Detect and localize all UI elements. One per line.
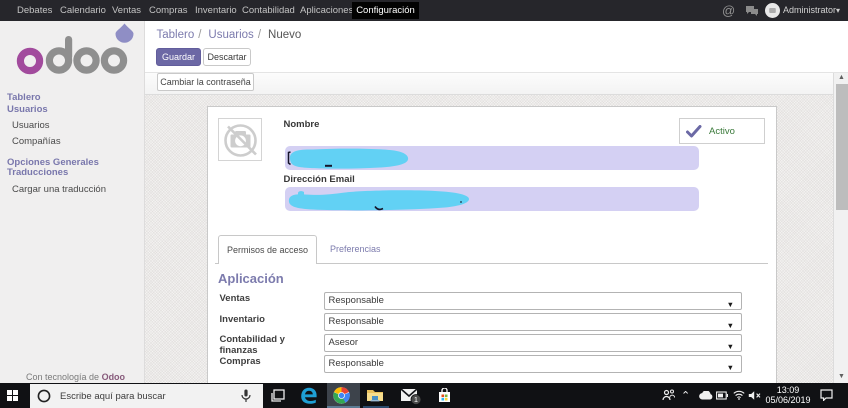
svg-text:1: 1 <box>414 395 418 404</box>
